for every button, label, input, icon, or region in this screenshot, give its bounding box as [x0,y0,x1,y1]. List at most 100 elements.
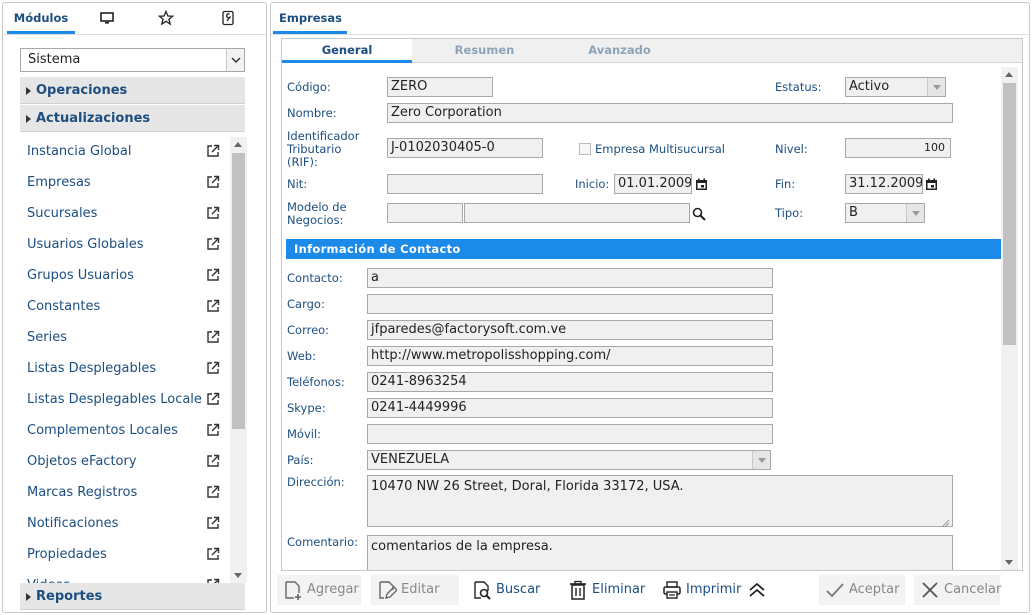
external-link-icon[interactable] [206,144,220,158]
cargo-field[interactable] [367,294,773,314]
external-link-icon[interactable] [206,485,220,499]
scroll-down-icon[interactable] [1005,560,1013,565]
correo-field[interactable]: jfparedes@factorysoft.com.ve [367,320,773,340]
menu-item[interactable]: Objetos eFactory [20,447,230,478]
tab-general[interactable]: General [282,39,412,63]
menu-item[interactable]: Grupos Usuarios [20,261,230,292]
module-select[interactable]: Sistema [20,48,245,72]
direccion-textarea[interactable]: 10470 NW 26 Street, Doral, Florida 33172… [367,475,953,527]
tab-resumen[interactable]: Resumen [417,39,552,63]
empresas-panel: Empresas General Resumen Avanzado Código… [270,2,1030,613]
scroll-thumb[interactable] [232,153,245,429]
web-field[interactable]: http://www.metropolisshopping.com/ [367,346,773,366]
scroll-thumb[interactable] [1003,83,1016,345]
external-link-icon[interactable] [206,175,220,189]
menu-item[interactable]: Marcas Registros [20,478,230,509]
tipo-label: Tipo: [775,206,804,220]
menu-item[interactable]: Listas Desplegables Locale [20,385,230,416]
contact-section-header: Información de Contacto [286,239,1001,259]
modelo-code-field[interactable] [387,203,463,223]
chevron-down-icon[interactable] [752,451,770,469]
cancelar-button[interactable]: Cancelar [914,575,1001,605]
menu-scrollbar[interactable] [230,137,247,583]
scroll-up-icon[interactable] [1005,72,1013,77]
menu-item[interactable]: Empresas [20,168,230,199]
external-link-icon[interactable] [206,361,220,375]
external-link-icon[interactable] [206,299,220,313]
agregar-button[interactable]: Agregar [277,575,361,605]
menu-item[interactable]: Notificaciones [20,509,230,540]
rif-value: J-0102030405-0 [391,140,495,155]
scroll-up-icon[interactable] [234,142,242,147]
external-link-icon[interactable] [206,516,220,530]
monitor-icon[interactable] [99,10,115,26]
menu-item[interactable]: Complementos Locales [20,416,230,447]
scroll-down-icon[interactable] [234,573,242,578]
form-scrollbar[interactable] [1001,67,1018,570]
contacto-label: Contacto: [287,271,343,285]
group-actualizaciones[interactable]: Actualizaciones [20,105,245,132]
menu-item[interactable]: Instancia Global [20,137,230,168]
menu-item-label: Listas Desplegables [27,361,157,376]
estatus-select[interactable]: Activo [845,77,946,97]
chevron-down-icon[interactable] [226,49,244,71]
resize-handle-icon[interactable] [942,516,950,527]
direccion-label: Dirección: [287,475,345,489]
group-reportes[interactable]: Reportes [20,583,245,610]
rif-field[interactable]: J-0102030405-0 [387,138,543,158]
codigo-field[interactable]: ZERO [387,77,493,97]
external-link-icon[interactable] [206,547,220,561]
modelo-desc-field[interactable] [464,203,690,223]
fin-field[interactable]: 31.12.2009 [845,174,923,194]
pais-select[interactable]: VENEZUELA [367,450,771,470]
buscar-button[interactable]: Buscar [466,575,550,605]
search-icon[interactable] [692,207,706,221]
movil-field[interactable] [367,424,773,444]
external-link-icon[interactable] [206,392,220,406]
external-link-icon[interactable] [206,454,220,468]
collapse-toolbar-button[interactable] [743,575,771,605]
menu-item[interactable]: Usuarios Globales [20,230,230,261]
tab-avanzado[interactable]: Avanzado [552,39,687,63]
external-link-icon[interactable] [206,237,220,251]
group-operaciones[interactable]: Operaciones [20,77,245,104]
printer-icon [662,580,682,600]
tipo-select[interactable]: B [845,203,925,223]
eliminar-button[interactable]: Eliminar [562,575,650,605]
editar-button[interactable]: Editar [371,575,459,605]
menu-item[interactable]: Constantes [20,292,230,323]
menu-item[interactable]: Series [20,323,230,354]
aceptar-button[interactable]: Aceptar [819,575,905,605]
comentario-textarea[interactable]: comentarios de la empresa. [367,535,953,570]
chevron-down-icon[interactable] [927,78,945,96]
calendar-icon[interactable] [695,178,708,191]
tab-empresas[interactable]: Empresas [273,3,348,33]
star-icon[interactable] [157,9,175,26]
comentario-label: Comentario: [287,535,359,549]
nivel-field[interactable]: 100 [845,138,951,158]
menu-item[interactable]: Videos [20,571,230,583]
imprimir-button[interactable]: Imprimir [656,575,748,605]
multisucursal-checkbox[interactable] [579,143,591,155]
external-link-icon[interactable] [206,423,220,437]
menu-item[interactable]: Sucursales [20,199,230,230]
estatus-label: Estatus: [775,80,822,94]
fin-value: 31.12.2009 [849,176,923,191]
external-link-icon[interactable] [206,330,220,344]
active-tab-underline [282,60,412,63]
tab-modulos[interactable]: Módulos [7,3,75,33]
contacto-field[interactable]: a [367,268,773,288]
menu-item-label: Marcas Registros [27,485,138,500]
telefonos-field[interactable]: 0241-8963254 [367,372,773,392]
menu-item[interactable]: Listas Desplegables [20,354,230,385]
menu-item[interactable]: Propiedades [20,540,230,571]
chevron-down-icon[interactable] [906,204,924,222]
inicio-field[interactable]: 01.01.2009 [614,174,692,194]
external-link-icon[interactable] [206,268,220,282]
skype-field[interactable]: 0241-4449996 [367,398,773,418]
calendar-icon[interactable] [925,178,938,191]
nit-field[interactable] [387,174,543,194]
nombre-field[interactable]: Zero Corporation [387,103,953,123]
external-link-icon[interactable] [206,206,220,220]
wrench-icon[interactable] [220,10,236,26]
